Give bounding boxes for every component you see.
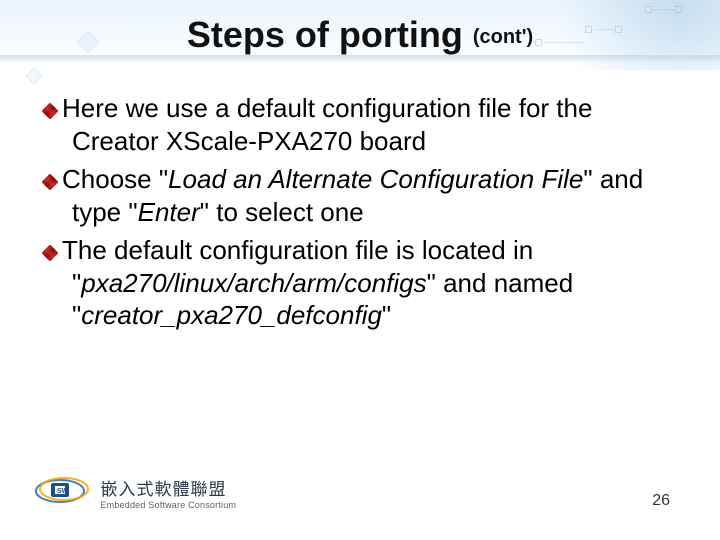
logo-text-zh: 嵌入式軟體聯盟 <box>100 475 236 500</box>
bullet-text: " to select one <box>200 197 364 227</box>
logo-text-en: Embedded Software Consortium <box>100 500 236 510</box>
diamond-bullet-icon <box>42 245 56 259</box>
bullet-text-italic: Enter <box>138 197 200 227</box>
bullet-item: Here we use a default configuration file… <box>42 92 678 157</box>
diamond-bullet-icon <box>42 103 56 117</box>
slide-body: Here we use a default configuration file… <box>42 92 678 338</box>
bullet-text: Choose " <box>62 164 168 194</box>
svg-text:SW: SW <box>57 488 69 495</box>
bullet-text-italic: pxa270/linux/arch/arm/configs <box>81 268 426 298</box>
bullet-item: Choose "Load an Alternate Configuration … <box>42 163 678 228</box>
page-number: 26 <box>652 492 670 510</box>
slide-title: Steps of porting (cont') <box>0 14 720 56</box>
logo-mark-icon: SW <box>34 468 90 517</box>
bullet-text-italic: Load an Alternate Configuration File <box>168 164 583 194</box>
title-cont: (cont') <box>473 26 533 48</box>
bullet-text: " <box>382 300 391 330</box>
diamond-bullet-icon <box>42 174 56 188</box>
logo-text: 嵌入式軟體聯盟 Embedded Software Consortium <box>100 475 236 510</box>
footer-logo: SW 嵌入式軟體聯盟 Embedded Software Consortium <box>34 468 236 518</box>
title-main: Steps of porting <box>187 14 463 55</box>
bullet-text-italic: creator_pxa270_defconfig <box>81 300 382 330</box>
header-decoration-diamond <box>26 68 43 85</box>
bullet-text: Here we use a default configuration file… <box>62 93 592 156</box>
bullet-item: The default configuration file is locate… <box>42 234 678 332</box>
